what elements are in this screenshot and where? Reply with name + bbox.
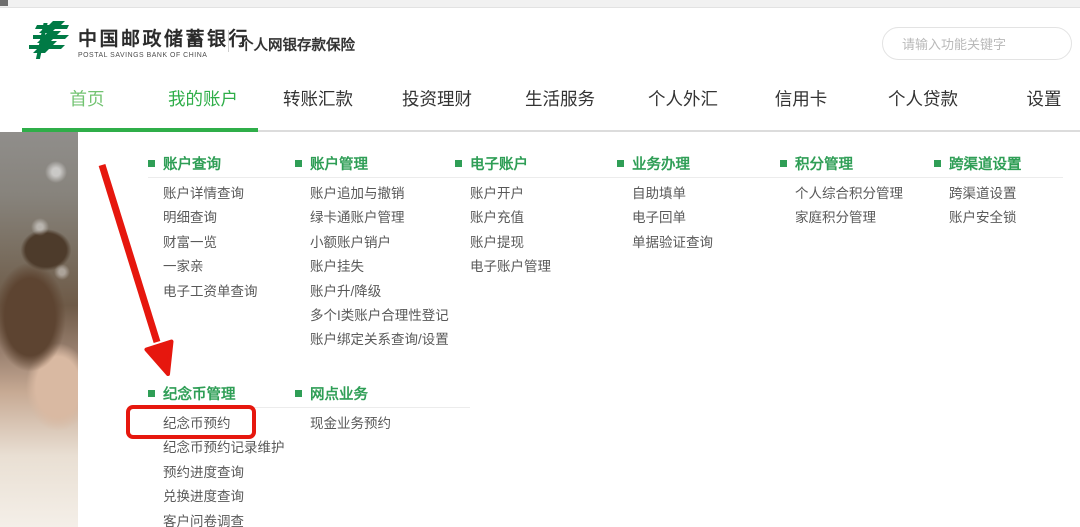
nav-item-settings[interactable]: 设置: [1027, 86, 1062, 111]
menu-item[interactable]: 账户安全锁: [949, 206, 1080, 230]
square-bullet-icon: [148, 160, 155, 167]
square-bullet-icon: [295, 390, 302, 397]
menu-item[interactable]: 电子回单: [632, 206, 787, 230]
menu-column-account-management: 账户管理账户追加与撤销绿卡通账户管理小额账户销户账户挂失账户升/降级多个I类账户…: [295, 148, 465, 353]
nav-item-home[interactable]: 首页: [70, 86, 105, 111]
search-input[interactable]: [900, 29, 1064, 60]
menu-item[interactable]: 单据验证查询: [632, 231, 787, 255]
menu-column-title-account-inquiry[interactable]: 账户查询: [148, 148, 318, 178]
menu-column-title-business-handling[interactable]: 业务办理: [617, 148, 787, 178]
page: 中国邮政储蓄银行 POSTAL SAVINGS BANK OF CHINA 个人…: [0, 0, 1080, 527]
search-box: [882, 27, 1072, 60]
square-bullet-icon: [295, 160, 302, 167]
site-header: 中国邮政储蓄银行 POSTAL SAVINGS BANK OF CHINA 个人…: [0, 8, 1080, 72]
menu-column-title-branch-services[interactable]: 网点业务: [295, 378, 465, 408]
menu-column-cross-channel-settings: 跨渠道设置跨渠道设置账户安全锁: [934, 148, 1080, 231]
browser-top-strip: [0, 0, 1080, 8]
mega-menu: 账户查询账户详情查询明细查询财富一览一家亲电子工资单查询账户管理账户追加与撤销绿…: [78, 132, 1080, 527]
nav-item-personal-forex[interactable]: 个人外汇: [648, 86, 718, 111]
menu-item[interactable]: 纪念币预约记录维护: [163, 436, 318, 460]
menu-item[interactable]: 账户充值: [470, 206, 625, 230]
psbc-logo-icon: [27, 21, 69, 61]
quick-link-deposit-insurance[interactable]: 存款保险: [297, 34, 355, 55]
menu-separator-row1: [148, 177, 1063, 178]
menu-item[interactable]: 多个I类账户合理性登记: [310, 304, 465, 328]
square-bullet-icon: [455, 160, 462, 167]
brand-logo[interactable]: 中国邮政储蓄银行 POSTAL SAVINGS BANK OF CHINA: [27, 21, 250, 61]
menu-item[interactable]: 账户挂失: [310, 255, 465, 279]
menu-item[interactable]: 自助填单: [632, 182, 787, 206]
menu-column-account-inquiry: 账户查询账户详情查询明细查询财富一览一家亲电子工资单查询: [148, 148, 318, 304]
nav-item-my-account[interactable]: 我的账户: [168, 86, 238, 111]
menu-column-title-commemorative-coin-management[interactable]: 纪念币管理: [148, 378, 318, 408]
menu-item[interactable]: 个人综合积分管理: [795, 182, 950, 206]
menu-item[interactable]: 跨渠道设置: [949, 182, 1080, 206]
menu-item[interactable]: 家庭积分管理: [795, 206, 950, 230]
menu-item[interactable]: 兑换进度查询: [163, 485, 318, 509]
menu-column-title-account-management[interactable]: 账户管理: [295, 148, 465, 178]
main-nav: 首页 我的账户 转账汇款 投资理财 生活服务 个人外汇 信用卡 个人贷款 设置: [0, 72, 1080, 128]
menu-separator-row2: [148, 407, 470, 408]
menu-item[interactable]: 小额账户销户: [310, 231, 465, 255]
menu-item[interactable]: 预约进度查询: [163, 461, 318, 485]
menu-item[interactable]: 绿卡通账户管理: [310, 206, 465, 230]
menu-column-commemorative-coin-management: 纪念币管理纪念币预约纪念币预约记录维护预约进度查询兑换进度查询客户问卷调查: [148, 378, 318, 527]
square-bullet-icon: [934, 160, 941, 167]
promo-photo: [0, 132, 78, 527]
quick-link-personal-ebank[interactable]: 个人网银: [239, 34, 297, 55]
nav-item-personal-loan[interactable]: 个人贷款: [888, 86, 958, 111]
menu-column-e-account: 电子账户账户开户账户充值账户提现电子账户管理: [455, 148, 625, 280]
nav-item-investment[interactable]: 投资理财: [402, 86, 472, 111]
menu-item[interactable]: 现金业务预约: [310, 412, 465, 436]
menu-item[interactable]: 账户升/降级: [310, 280, 465, 304]
menu-item[interactable]: 电子账户管理: [470, 255, 625, 279]
brand-name: 中国邮政储蓄银行: [78, 24, 250, 51]
nav-item-life-services[interactable]: 生活服务: [525, 86, 595, 111]
menu-item[interactable]: 账户提现: [470, 231, 625, 255]
square-bullet-icon: [617, 160, 624, 167]
divider: [228, 30, 229, 52]
menu-item[interactable]: 账户追加与撤销: [310, 182, 465, 206]
menu-item[interactable]: 客户问卷调查: [163, 510, 318, 527]
menu-column-title-e-account[interactable]: 电子账户: [455, 148, 625, 178]
square-bullet-icon: [780, 160, 787, 167]
menu-column-business-handling: 业务办理自助填单电子回单单据验证查询: [617, 148, 787, 255]
menu-column-title-cross-channel-settings[interactable]: 跨渠道设置: [934, 148, 1080, 178]
square-bullet-icon: [148, 390, 155, 397]
brand-subtitle: POSTAL SAVINGS BANK OF CHINA: [78, 52, 250, 59]
menu-column-title-points-management[interactable]: 积分管理: [780, 148, 950, 178]
menu-item[interactable]: 账户开户: [470, 182, 625, 206]
corner-mark: [0, 0, 8, 6]
menu-item[interactable]: 账户绑定关系查询/设置: [310, 328, 465, 352]
nav-item-credit-card[interactable]: 信用卡: [775, 86, 828, 111]
menu-column-points-management: 积分管理个人综合积分管理家庭积分管理: [780, 148, 950, 231]
nav-item-transfer[interactable]: 转账汇款: [283, 86, 353, 111]
